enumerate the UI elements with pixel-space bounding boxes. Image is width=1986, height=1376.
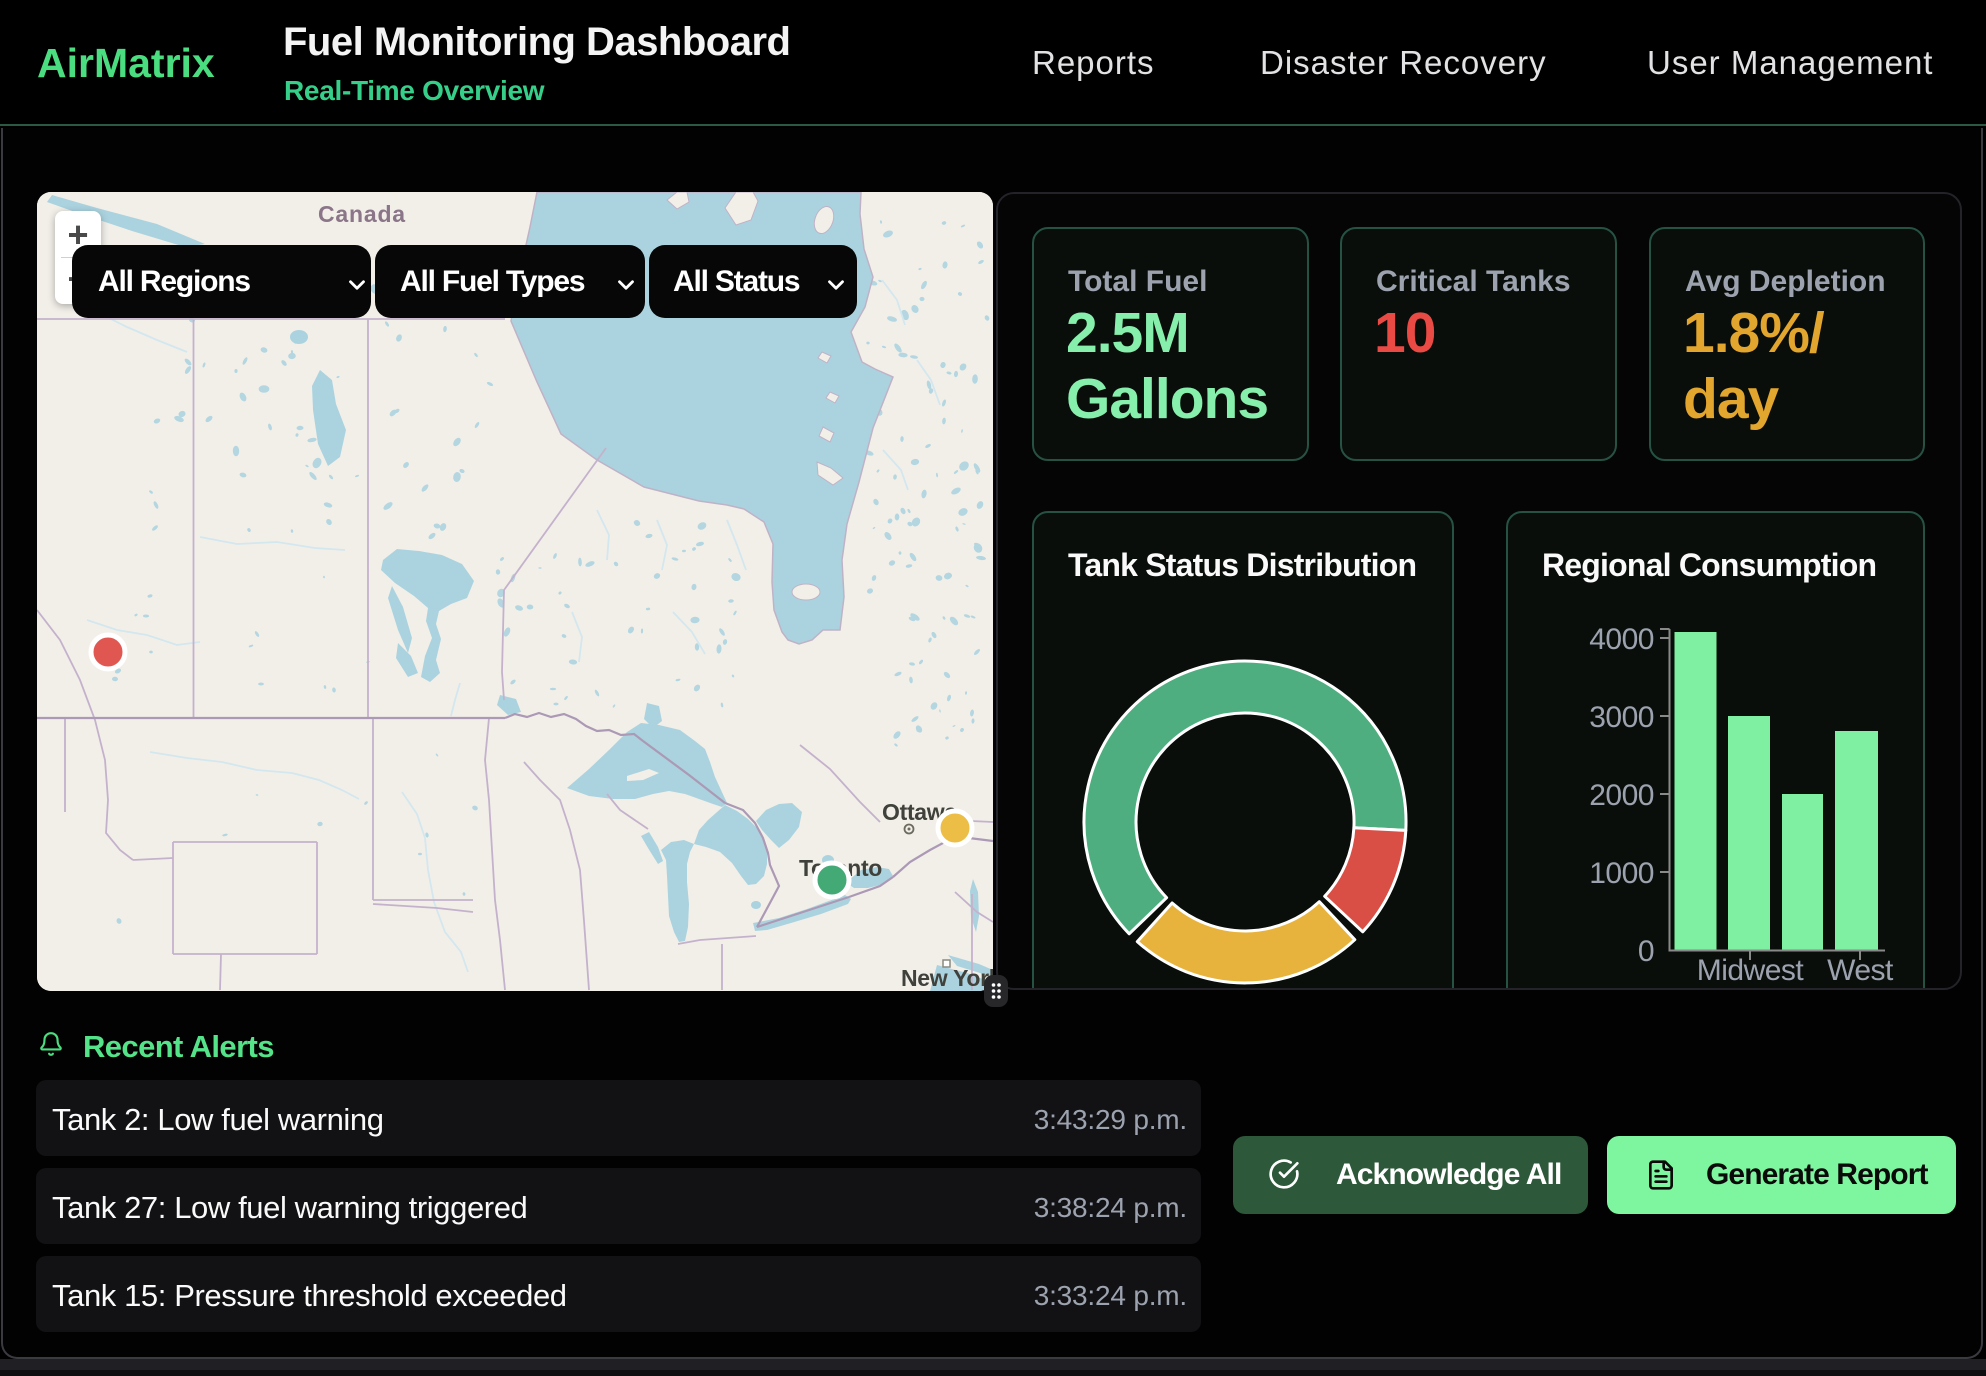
svg-text:West: West	[1827, 954, 1894, 987]
svg-text:1000: 1000	[1589, 857, 1654, 890]
svg-text:3000: 3000	[1589, 701, 1654, 734]
svg-text:0: 0	[1638, 935, 1654, 968]
svg-text:2000: 2000	[1589, 779, 1654, 812]
svg-text:New York: New York	[901, 965, 993, 991]
svg-text:4000: 4000	[1589, 623, 1654, 656]
svg-text:Canada: Canada	[318, 201, 406, 227]
svg-text:Midwest: Midwest	[1697, 954, 1805, 987]
